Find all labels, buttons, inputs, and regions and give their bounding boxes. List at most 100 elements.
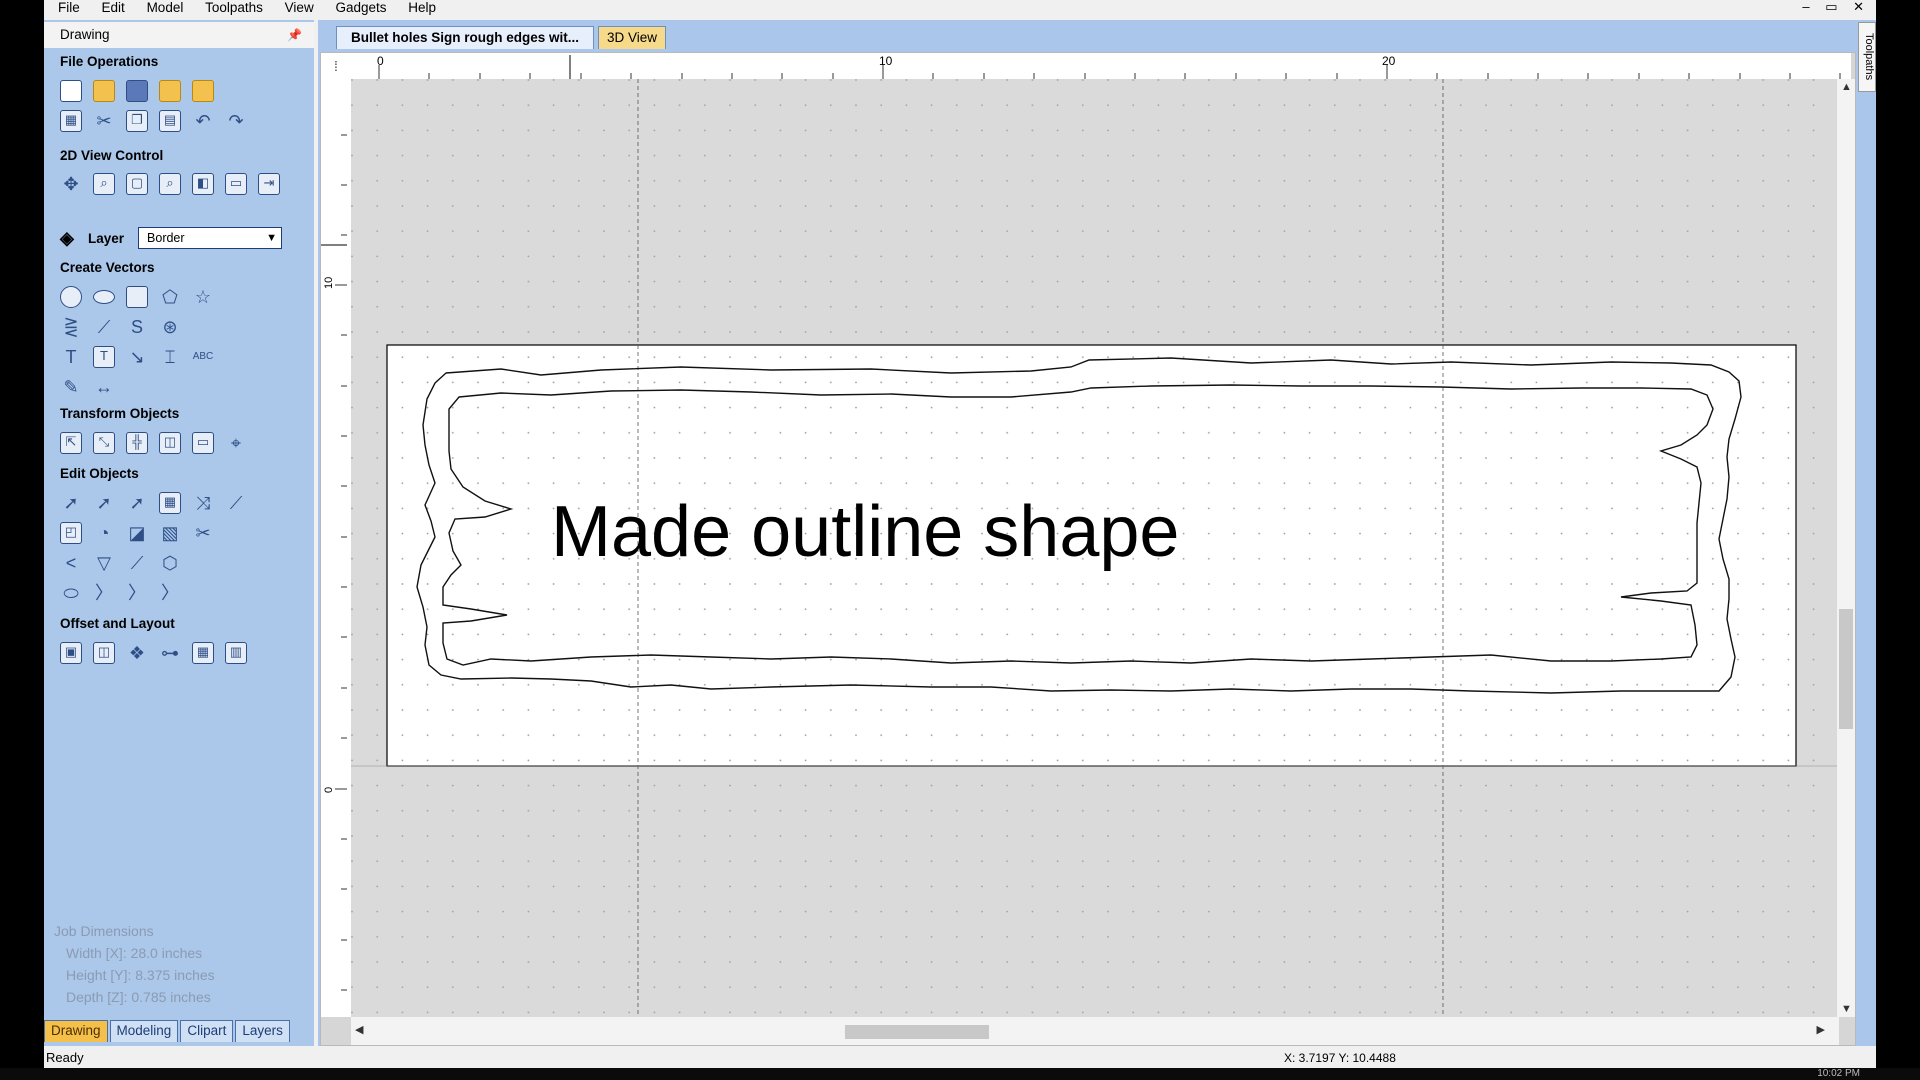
copy-along-curve-icon[interactable]: ⊶: [159, 642, 181, 664]
extend-icon[interactable]: ⟋: [126, 552, 148, 574]
auto-layout-text-icon[interactable]: T: [93, 346, 115, 368]
import-vectors-icon[interactable]: [159, 80, 181, 102]
text-on-curve-icon[interactable]: ↘: [126, 346, 148, 368]
align-icon[interactable]: ╬: [126, 432, 148, 454]
redo-icon[interactable]: ↷: [225, 110, 247, 132]
create-vectors-row-2: ⋛ ⟋ S ⊛: [60, 316, 192, 338]
toggle-ruler-icon[interactable]: ▭: [225, 173, 247, 195]
select-icon[interactable]: ➚: [60, 492, 82, 514]
horizontal-scrollbar[interactable]: ◀ ▶: [351, 1017, 1839, 1045]
layer-dropdown[interactable]: Border ▼: [138, 227, 283, 249]
import-bitmap-icon[interactable]: [192, 80, 214, 102]
pin-icon[interactable]: 📌: [287, 22, 302, 48]
menu-view[interactable]: View: [285, 0, 314, 15]
section-create-vectors: Create Vectors: [60, 260, 155, 275]
close-vector-icon[interactable]: ⬡: [159, 552, 181, 574]
join-icon[interactable]: ▧: [159, 522, 181, 544]
star-icon[interactable]: ☆: [192, 286, 214, 308]
toggle-view-icon[interactable]: ◧: [192, 173, 214, 195]
polygon-icon[interactable]: ⬠: [159, 286, 181, 308]
scale-icon[interactable]: ⤡: [93, 432, 115, 454]
rectangle-icon[interactable]: [126, 286, 148, 308]
menu-edit[interactable]: Edit: [102, 0, 125, 15]
tab-drawing[interactable]: Drawing: [44, 1020, 108, 1042]
zoom-box-icon[interactable]: ⌕: [93, 173, 115, 195]
scroll-right-icon[interactable]: ▶: [1817, 1023, 1825, 1036]
export-view-icon[interactable]: ⇥: [258, 173, 280, 195]
curve-fit-icon[interactable]: ▽: [93, 552, 115, 574]
tab-clipart[interactable]: Clipart: [180, 1020, 234, 1042]
polyline-icon[interactable]: ⋛: [60, 316, 82, 338]
cut-icon[interactable]: ✂: [93, 110, 115, 132]
vertical-scrollbar[interactable]: ▲ ▼: [1837, 79, 1855, 1017]
tab-layers[interactable]: Layers: [235, 1020, 290, 1042]
pan-icon[interactable]: ✥: [60, 173, 82, 195]
spiral-icon[interactable]: ⊛: [159, 316, 181, 338]
drawing-canvas[interactable]: ⁞ 0 10 20 10 0 Made outline shape ▲ ▼ ◀ …: [320, 52, 1856, 1046]
canvas-text[interactable]: Made outline shape: [551, 492, 1179, 572]
measure-icon[interactable]: ⟋: [225, 492, 247, 514]
tab-3d-view[interactable]: 3D View: [598, 26, 667, 49]
array-copy-icon[interactable]: ❖: [126, 642, 148, 664]
group-icon[interactable]: ▦: [159, 492, 181, 514]
tab-2d-document[interactable]: Bullet holes Sign rough edges wit...: [336, 26, 595, 49]
interactive-select-icon[interactable]: ➚: [126, 492, 148, 514]
intersect-icon[interactable]: ◪: [126, 522, 148, 544]
layout-icon[interactable]: ▥: [225, 642, 247, 664]
menu-toolpaths[interactable]: Toolpaths: [205, 0, 263, 15]
drawing-surface[interactable]: Made outline shape: [351, 79, 1839, 1019]
horizontal-scroll-thumb[interactable]: [845, 1025, 989, 1039]
scroll-down-icon[interactable]: ▼: [1841, 1003, 1852, 1015]
weld-icon[interactable]: ◰: [60, 522, 82, 544]
ungroup-icon[interactable]: ⤨: [192, 492, 214, 514]
set-origin-icon[interactable]: ⌖: [225, 432, 247, 454]
spline-icon[interactable]: S: [126, 316, 148, 338]
ellipse-icon[interactable]: [93, 290, 115, 304]
offset-icon[interactable]: ▣: [60, 642, 82, 664]
move-icon[interactable]: ⇱: [60, 432, 82, 454]
window-controls[interactable]: – ▭ ✕: [1802, 0, 1870, 14]
text-icon[interactable]: T: [60, 346, 82, 368]
job-setup-icon[interactable]: ▦: [60, 110, 82, 132]
trim-icon[interactable]: ✂: [192, 522, 214, 544]
h-ruler-label-20: 20: [1382, 54, 1396, 68]
scroll-left-icon[interactable]: ◀: [355, 1023, 363, 1036]
adjust-text-spacing-icon[interactable]: ⌶: [159, 346, 181, 368]
paste-icon[interactable]: ▤: [159, 110, 181, 132]
new-file-icon[interactable]: [60, 80, 82, 102]
zoom-selected-icon[interactable]: ⌕: [159, 173, 181, 195]
node-break-icon[interactable]: 〉: [93, 582, 115, 604]
distort-icon[interactable]: ▭: [192, 432, 214, 454]
save-icon[interactable]: [126, 80, 148, 102]
undo-icon[interactable]: ↶: [192, 110, 214, 132]
fillet-icon[interactable]: <: [60, 552, 82, 574]
menu-model[interactable]: Model: [147, 0, 184, 15]
ruler-origin-icon[interactable]: ⁞: [321, 53, 352, 80]
mirror-icon[interactable]: ◫: [159, 432, 181, 454]
text-arc-icon[interactable]: ABC: [192, 346, 214, 368]
node-corner-icon[interactable]: 〉: [159, 582, 181, 604]
vertical-scroll-thumb[interactable]: [1839, 609, 1853, 729]
scroll-up-icon[interactable]: ▲: [1841, 81, 1852, 93]
circle-icon[interactable]: [60, 286, 82, 308]
toolpaths-side-tab[interactable]: Toolpaths: [1858, 22, 1876, 92]
tab-modeling[interactable]: Modeling: [109, 1020, 179, 1042]
node-smooth-icon[interactable]: 〉: [126, 582, 148, 604]
file-ops-row-1: [60, 80, 225, 102]
job-dimensions-title: Job Dimensions: [54, 923, 154, 939]
smooth-icon[interactable]: ⬭: [60, 582, 82, 604]
open-file-icon[interactable]: [93, 80, 115, 102]
node-edit-icon[interactable]: ➚: [93, 492, 115, 514]
menu-file[interactable]: File: [58, 0, 80, 15]
menu-gadgets[interactable]: Gadgets: [335, 0, 386, 15]
trace-bitmap-icon[interactable]: ✎: [60, 376, 82, 398]
dimension-icon[interactable]: ↔: [93, 376, 115, 398]
subtract-icon[interactable]: ◔: [93, 522, 115, 544]
fillet-corners-icon[interactable]: ◫: [93, 642, 115, 664]
nesting-icon[interactable]: ▦: [192, 642, 214, 664]
copy-icon[interactable]: ❐: [126, 110, 148, 132]
curve-icon[interactable]: ⟋: [93, 316, 115, 338]
edit-objects-row-2: ◰ ◔ ◪ ▧ ✂: [60, 522, 225, 544]
menu-help[interactable]: Help: [408, 0, 436, 15]
zoom-all-icon[interactable]: ▢: [126, 173, 148, 195]
